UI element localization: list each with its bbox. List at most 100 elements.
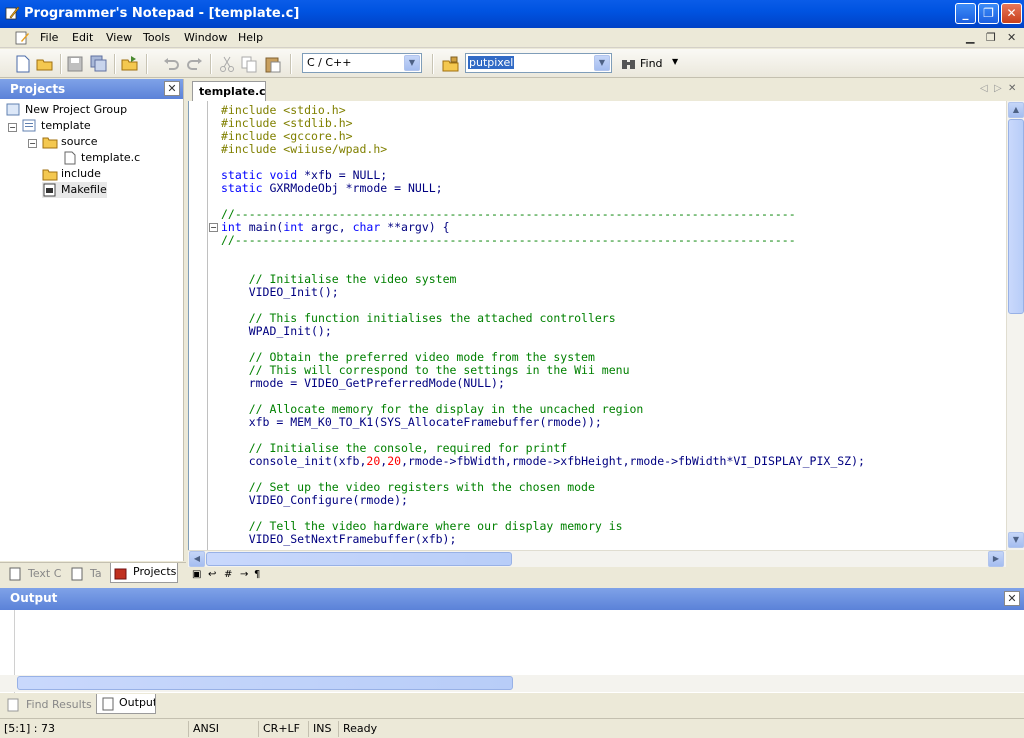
menu-view[interactable]: View xyxy=(106,31,132,44)
folder-lock-icon[interactable] xyxy=(442,55,460,73)
code-token: #include <stdlib.h> xyxy=(221,116,353,130)
tab-label: Ta xyxy=(90,567,102,580)
tab-tags[interactable]: Ta xyxy=(68,565,106,585)
scroll-up-icon[interactable]: ▲ xyxy=(1008,102,1024,118)
code-editor[interactable]: − #include <stdio.h> #include <stdlib.h> #… xyxy=(188,101,1008,550)
tab-close-icon[interactable]: ✕ xyxy=(1008,83,1016,94)
menu-tools[interactable]: Tools xyxy=(143,31,170,44)
code-token: **argv) { xyxy=(380,220,450,234)
toolbar-separator xyxy=(210,54,212,74)
open-project-icon[interactable] xyxy=(121,55,139,73)
fold-toggle-icon[interactable]: − xyxy=(209,223,218,232)
scroll-right-icon[interactable]: ▶ xyxy=(988,551,1004,567)
tab-label: Projects xyxy=(133,565,177,578)
projects-close-icon[interactable]: ✕ xyxy=(164,81,180,96)
mdi-close-button[interactable]: ✕ xyxy=(1007,31,1016,44)
code-token: //--------------------------------------… xyxy=(221,233,796,247)
tab-projects[interactable]: Projects xyxy=(110,563,178,583)
scroll-left-icon[interactable]: ◀ xyxy=(189,551,205,567)
status-line-endings: CR+LF xyxy=(258,721,308,737)
menu-edit[interactable]: Edit xyxy=(72,31,93,44)
tab-scroll-right-icon[interactable]: ▷ xyxy=(994,83,1002,94)
scroll-down-icon[interactable]: ▼ xyxy=(1008,532,1024,548)
wrap-icon[interactable]: ↩ xyxy=(208,569,216,580)
close-button[interactable]: ✕ xyxy=(1001,3,1022,24)
collapse-icon[interactable]: − xyxy=(28,139,37,148)
paragraph-icon[interactable]: ¶ xyxy=(254,569,260,580)
output-horizontal-scrollbar[interactable] xyxy=(0,675,1024,692)
paste-icon[interactable] xyxy=(264,55,282,73)
projects-tab-strip: Text C Ta Projects xyxy=(0,562,186,586)
code-line: static GXRModeObj *rmode = NULL; xyxy=(221,182,443,195)
chevron-down-icon[interactable]: ▼ xyxy=(594,55,610,71)
vertical-scroll-thumb[interactable] xyxy=(1008,119,1024,314)
save-icon[interactable] xyxy=(66,55,84,73)
tab-text-clips[interactable]: Text C xyxy=(6,565,62,585)
chevron-down-icon[interactable]: ▼ xyxy=(404,55,420,71)
code-token: main( xyxy=(241,220,284,234)
title-bar[interactable]: Programmer's Notepad - [template.c] _ ❐ … xyxy=(0,0,1024,28)
line-numbers-icon[interactable]: # xyxy=(224,569,232,580)
code-token: // Allocate memory for the display in th… xyxy=(248,402,644,416)
collapse-icon[interactable]: − xyxy=(8,123,17,132)
open-folder-icon[interactable] xyxy=(36,55,54,73)
mdi-restore-button[interactable]: ❐ xyxy=(986,31,996,44)
status-encoding: ANSI xyxy=(188,721,258,737)
search-combo[interactable]: putpixel ▼ xyxy=(465,53,612,73)
find-button[interactable]: Find xyxy=(640,57,663,70)
tab-label: template.c xyxy=(199,85,266,98)
binoculars-icon[interactable] xyxy=(620,55,638,73)
editor-vertical-scrollbar[interactable]: ▲ ▼ xyxy=(1006,101,1024,550)
output-close-icon[interactable]: ✕ xyxy=(1004,591,1020,606)
save-all-icon[interactable] xyxy=(90,55,108,73)
tab-scroll-left-icon[interactable]: ◁ xyxy=(980,83,988,94)
menu-file[interactable]: File xyxy=(40,31,58,44)
cut-icon[interactable] xyxy=(218,55,236,73)
output-icon xyxy=(102,697,114,711)
code-token: VIDEO_Init(); xyxy=(221,285,339,299)
undo-icon[interactable] xyxy=(162,55,180,73)
makefile-icon xyxy=(43,183,56,197)
code-token: // Tell the video hardware where our dis… xyxy=(248,519,623,533)
split-view-icon[interactable]: ▣ xyxy=(192,569,201,580)
code-line: VIDEO_Configure(rmode); xyxy=(221,494,408,507)
menu-bar: File Edit View Tools Window Help ▁ ❐ ✕ xyxy=(0,28,1024,48)
code-line: xfb = MEM_K0_TO_K1(SYS_AllocateFramebuff… xyxy=(221,416,602,429)
tree-item-include[interactable]: include xyxy=(42,166,101,182)
tree-item-label: source xyxy=(61,135,98,148)
whitespace-icon[interactable]: → xyxy=(240,569,248,580)
tree-item-source[interactable]: source xyxy=(42,134,98,150)
tree-item-template[interactable]: template xyxy=(22,118,91,134)
tree-item-project-group[interactable]: New Project Group xyxy=(6,102,127,118)
output-scroll-thumb[interactable] xyxy=(17,676,513,690)
document-pen-icon[interactable] xyxy=(14,30,30,46)
status-insert-mode: INS xyxy=(308,721,338,737)
menu-help[interactable]: Help xyxy=(238,31,263,44)
language-select[interactable]: C / C++ ▼ xyxy=(302,53,422,73)
code-line: VIDEO_Init(); xyxy=(221,286,339,299)
search-input[interactable]: putpixel xyxy=(468,56,515,69)
tab-output[interactable]: Output xyxy=(96,694,156,714)
code-token: rmode = VIDEO_GetPreferredMode(NULL); xyxy=(221,376,505,390)
copy-icon[interactable] xyxy=(240,55,258,73)
tab-template-c[interactable]: template.c xyxy=(192,81,266,101)
horizontal-scroll-thumb[interactable] xyxy=(206,552,512,566)
projects-panel-header: Projects xyxy=(0,79,183,99)
tree-item-template-c[interactable]: template.c xyxy=(62,150,140,166)
tree-item-makefile[interactable]: Makefile xyxy=(42,182,107,198)
output-panel-title: Output xyxy=(10,591,58,605)
mdi-minimize-button[interactable]: ▁ xyxy=(966,31,974,44)
new-file-icon[interactable] xyxy=(14,55,32,73)
code-token: int xyxy=(221,220,242,234)
find-dropdown-icon[interactable]: ▼ xyxy=(672,57,678,66)
menu-window[interactable]: Window xyxy=(184,31,227,44)
minimize-button[interactable]: _ xyxy=(955,3,976,24)
redo-icon[interactable] xyxy=(186,55,204,73)
tab-find-results[interactable]: Find Results xyxy=(4,696,94,716)
restore-button[interactable]: ❐ xyxy=(978,3,999,24)
code-line: VIDEO_SetNextFramebuffer(xfb); xyxy=(221,533,457,546)
editor-horizontal-scrollbar[interactable]: ◀ ▶ xyxy=(188,550,1006,567)
tree-item-label: include xyxy=(61,167,101,180)
